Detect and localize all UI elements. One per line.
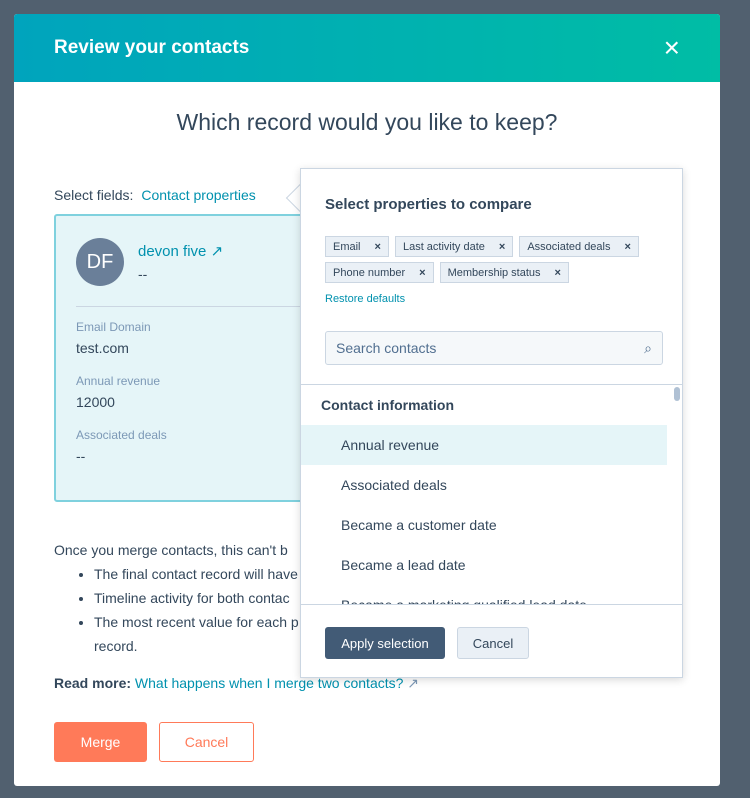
- search-input[interactable]: Search contacts ⌕: [325, 331, 663, 365]
- close-icon[interactable]: ×: [664, 32, 680, 64]
- list-item[interactable]: Associated deals: [301, 465, 682, 505]
- remove-icon[interactable]: ×: [499, 241, 505, 253]
- contact-properties-link[interactable]: Contact properties: [141, 187, 255, 203]
- bullet: The final contact record will have: [94, 562, 299, 586]
- tag: Last activity date ×: [394, 236, 514, 257]
- list-item[interactable]: Became a marketing qualified lead date: [301, 585, 682, 604]
- modal-title: Review your contacts: [54, 37, 250, 58]
- popover-footer: Apply selection Cancel: [301, 604, 682, 677]
- tag: Phone number ×: [325, 262, 434, 283]
- list-item[interactable]: Became a lead date: [301, 545, 682, 585]
- field-value: --: [76, 448, 86, 464]
- contact-name: devon five: [138, 243, 207, 260]
- read-more-label: Read more:: [54, 675, 132, 691]
- restore-defaults-link[interactable]: Restore defaults: [325, 293, 405, 305]
- list-item[interactable]: Became a customer date: [301, 505, 682, 545]
- popover-title: Select properties to compare: [325, 196, 532, 213]
- search-icon: ⌕: [644, 339, 652, 356]
- field-value: 12000: [76, 394, 115, 410]
- tag: Membership status ×: [439, 262, 569, 283]
- select-fields: Select fields: Contact properties: [54, 187, 256, 203]
- field-label: Email Domain: [76, 320, 151, 334]
- modal-header: Review your contacts ×: [14, 14, 720, 82]
- properties-popover: Select properties to compare Email × Last…: [300, 168, 683, 678]
- tag: Email ×: [325, 236, 389, 257]
- question-heading: Which record would you like to keep?: [176, 109, 558, 135]
- list-item[interactable]: Annual revenue: [301, 425, 667, 465]
- field-value: test.com: [76, 340, 129, 356]
- contact-subtitle: --: [138, 266, 148, 282]
- tag: Associated deals ×: [519, 236, 639, 257]
- avatar: DF: [76, 238, 124, 286]
- remove-icon[interactable]: ×: [375, 241, 381, 253]
- popover-cancel-button[interactable]: Cancel: [457, 627, 529, 659]
- remove-icon[interactable]: ×: [625, 241, 631, 253]
- select-fields-label: Select fields:: [54, 187, 134, 203]
- selected-tags: Email × Last activity date × Associated de…: [325, 236, 665, 283]
- property-list: Contact information Annual revenue Assoc…: [301, 384, 682, 604]
- search-placeholder: Search contacts: [336, 340, 437, 356]
- remove-icon[interactable]: ×: [555, 267, 561, 279]
- scrollbar[interactable]: [674, 387, 680, 401]
- contact-name-link[interactable]: devon five ↗: [138, 242, 223, 260]
- group-header: Contact information: [321, 397, 454, 413]
- field-label: Associated deals: [76, 428, 167, 442]
- bullet: Timeline activity for both contac: [94, 586, 299, 610]
- merge-button[interactable]: Merge: [54, 722, 147, 762]
- apply-selection-button[interactable]: Apply selection: [325, 627, 445, 659]
- merge-info: Once you merge contacts, this can't b Th…: [54, 538, 299, 658]
- remove-icon[interactable]: ×: [419, 267, 425, 279]
- external-link-icon: ↗: [210, 243, 224, 260]
- merge-warning: Once you merge contacts, this can't b: [54, 542, 288, 558]
- bullet: The most recent value for each precord.: [94, 610, 299, 658]
- cancel-button[interactable]: Cancel: [159, 722, 254, 762]
- field-label: Annual revenue: [76, 374, 161, 388]
